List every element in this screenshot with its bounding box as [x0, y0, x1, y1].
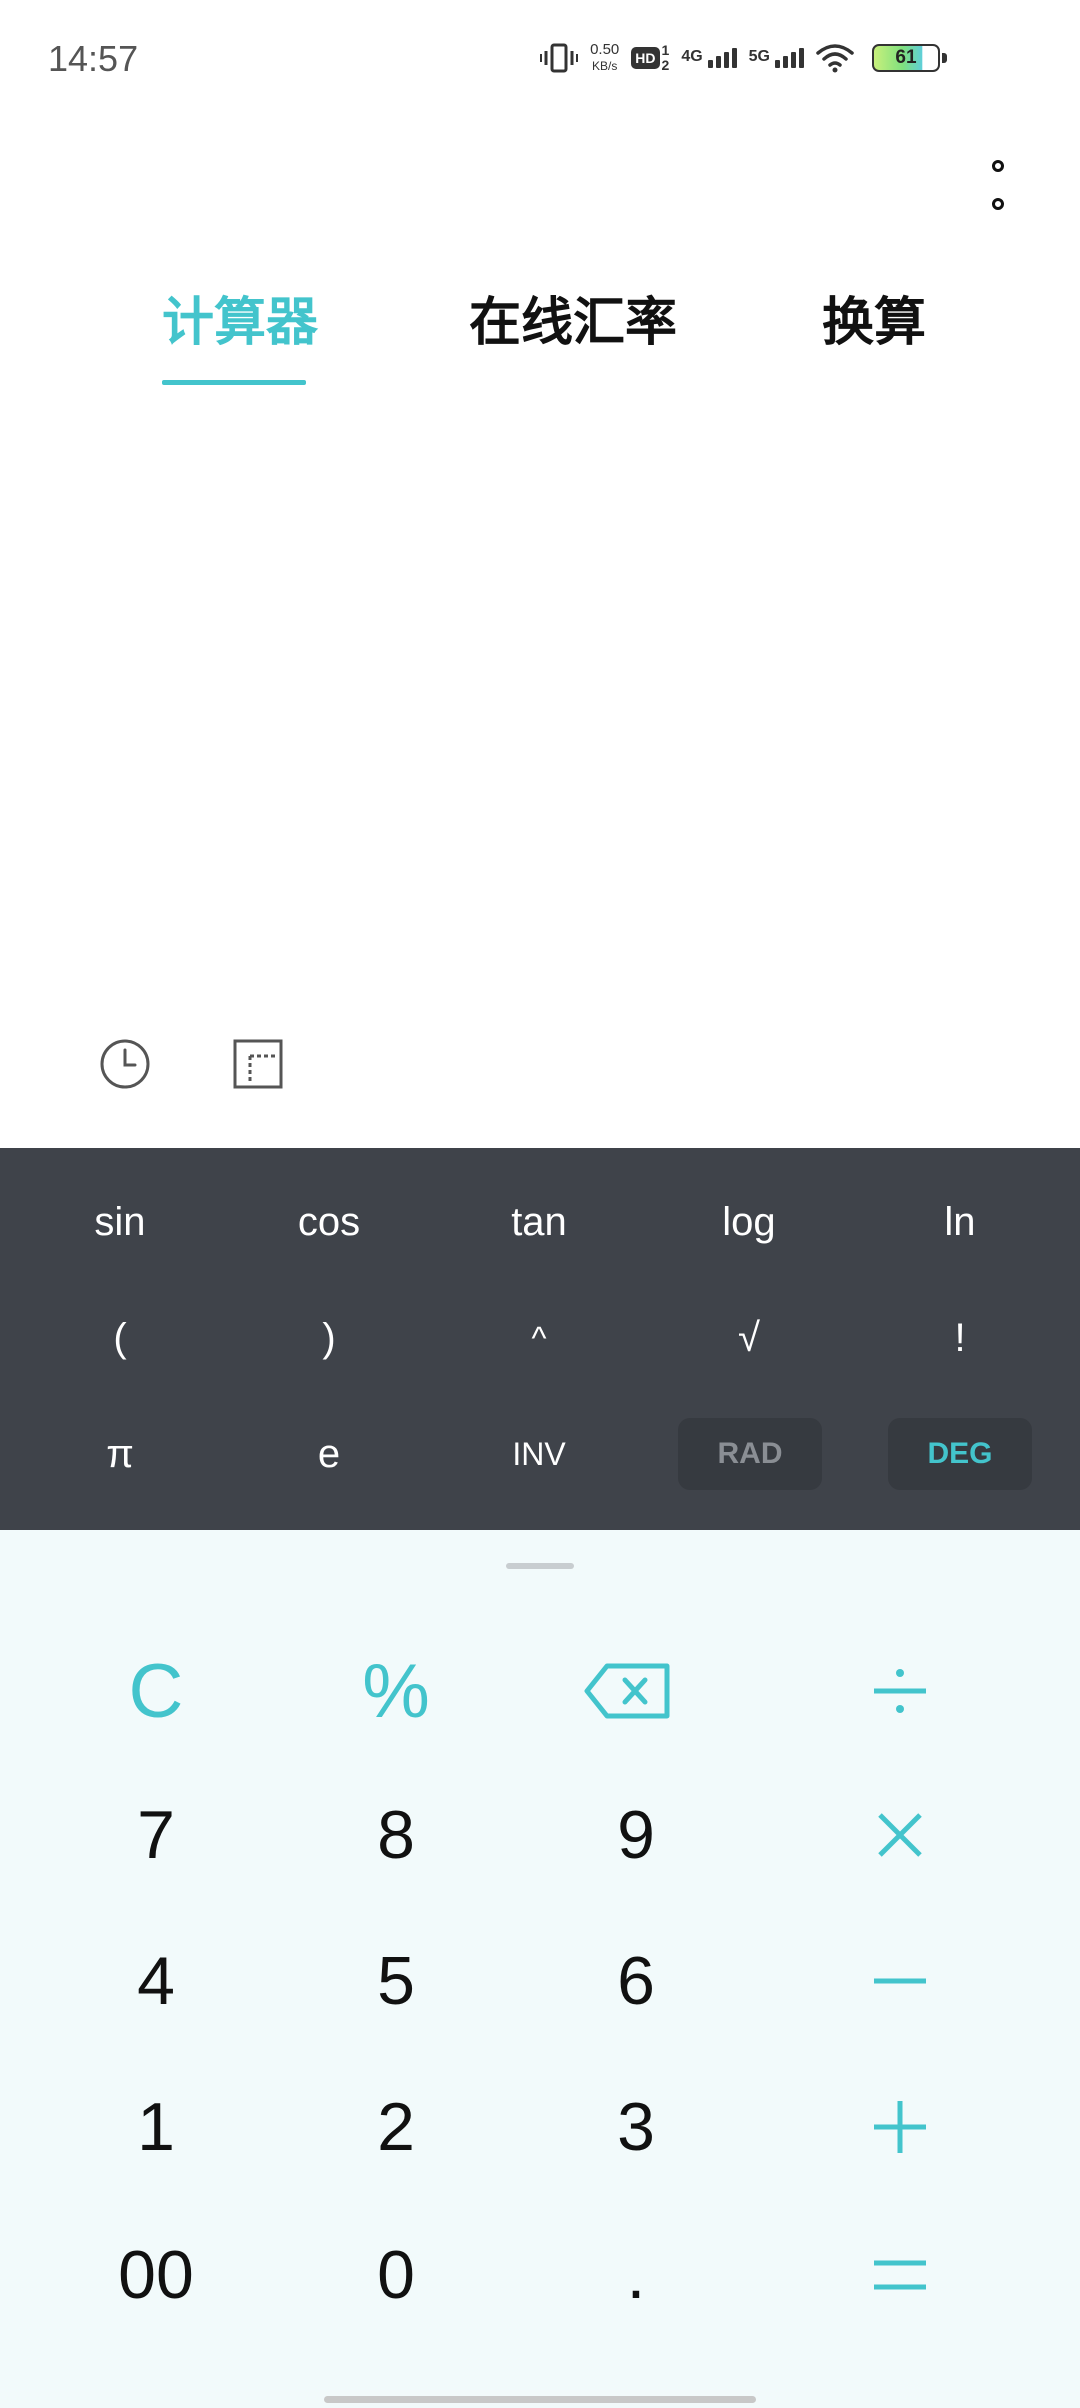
status-time: 14:57 — [48, 38, 139, 79]
hd-label: HD — [631, 47, 660, 69]
divide-button[interactable] — [780, 1626, 1020, 1756]
signal-4g-label: 4G — [681, 48, 703, 65]
key-1[interactable]: 1 — [36, 2062, 276, 2192]
key-0[interactable]: 0 — [276, 2210, 516, 2340]
panel-drag-handle[interactable] — [506, 1563, 574, 1569]
vibrate-icon — [540, 43, 579, 73]
plus-icon — [874, 2101, 926, 2153]
tab-calculator[interactable]: 计算器 — [162, 280, 318, 355]
multiply-button[interactable] — [780, 1770, 1020, 1900]
equals-icon — [874, 2260, 926, 2290]
key-2[interactable]: 2 — [276, 2062, 516, 2192]
tab-bar: 计算器 在线汇率 换算 — [0, 280, 1080, 390]
sci-key-tan[interactable]: tan — [434, 1172, 644, 1272]
history-clock-icon[interactable] — [99, 1038, 151, 1090]
tab-conversion[interactable]: 换算 — [822, 280, 926, 355]
net-speed: 0.50 KB/s — [590, 42, 619, 74]
hd-sub-bottom: 2 — [661, 57, 670, 73]
key-8[interactable]: 8 — [276, 1770, 516, 1900]
mode-deg-button[interactable]: DEG — [888, 1418, 1032, 1490]
key-3[interactable]: 3 — [516, 2062, 756, 2192]
hd-sub-top: 1 — [661, 42, 670, 58]
signal-4g-icon: 4G — [681, 48, 737, 68]
sci-key-sin[interactable]: sin — [15, 1172, 225, 1272]
key-9[interactable]: 9 — [516, 1770, 756, 1900]
net-speed-value: 0.50 — [590, 41, 620, 58]
hd-icon: HD 1 2 — [631, 43, 669, 73]
sci-key-cos[interactable]: cos — [224, 1172, 434, 1272]
signal-5g-label: 5G — [748, 48, 770, 65]
home-indicator[interactable] — [324, 2396, 756, 2403]
sci-key-pi[interactable]: π — [15, 1404, 225, 1504]
subtract-button[interactable] — [780, 1916, 1020, 2046]
battery-icon: 61 — [872, 44, 947, 72]
key-5[interactable]: 5 — [276, 1916, 516, 2046]
key-decimal[interactable]: . — [516, 2210, 756, 2340]
signal-5g-icon: 5G — [749, 48, 804, 68]
mode-rad-button[interactable]: RAD — [678, 1418, 822, 1490]
sci-key-ln[interactable]: ln — [855, 1172, 1065, 1272]
sci-key-open-paren[interactable]: ( — [15, 1288, 225, 1388]
multiply-icon — [878, 1813, 922, 1857]
layout-toggle-icon[interactable] — [232, 1038, 284, 1090]
wifi-icon — [816, 44, 854, 73]
sci-key-factorial[interactable]: ! — [855, 1288, 1065, 1388]
percent-button[interactable]: % — [276, 1626, 516, 1756]
sci-key-e[interactable]: e — [224, 1404, 434, 1504]
key-00[interactable]: 00 — [36, 2210, 276, 2340]
more-button[interactable] — [982, 160, 1014, 210]
status-bar: 14:57 0.50 KB/s HD 1 2 4G 5G 61 — [0, 0, 1080, 120]
add-button[interactable] — [780, 2062, 1020, 2192]
backspace-icon — [584, 1663, 670, 1719]
clear-button[interactable]: C — [36, 1626, 276, 1756]
sci-key-inv[interactable]: INV — [434, 1404, 644, 1504]
divide-icon — [874, 1669, 926, 1713]
calc-display — [0, 400, 1080, 1020]
sci-key-log[interactable]: log — [644, 1172, 854, 1272]
sci-key-sqrt[interactable]: √ — [644, 1288, 854, 1388]
tab-exchange-rate[interactable]: 在线汇率 — [469, 280, 677, 355]
equals-button[interactable] — [780, 2210, 1020, 2340]
sci-key-close-paren[interactable]: ) — [224, 1288, 434, 1388]
key-7[interactable]: 7 — [36, 1770, 276, 1900]
key-4[interactable]: 4 — [36, 1916, 276, 2046]
hd-sub: 1 2 — [662, 43, 670, 73]
more-vertical-icon — [992, 160, 1004, 172]
status-icons: 0.50 KB/s HD 1 2 4G 5G 61 — [540, 38, 947, 78]
backspace-button[interactable] — [508, 1626, 748, 1756]
net-speed-unit: KB/s — [592, 59, 618, 73]
battery-level: 61 — [895, 47, 917, 68]
sci-key-power[interactable]: ^ — [434, 1288, 644, 1388]
minus-icon — [874, 1978, 926, 1984]
active-tab-indicator — [162, 380, 306, 385]
key-6[interactable]: 6 — [516, 1916, 756, 2046]
